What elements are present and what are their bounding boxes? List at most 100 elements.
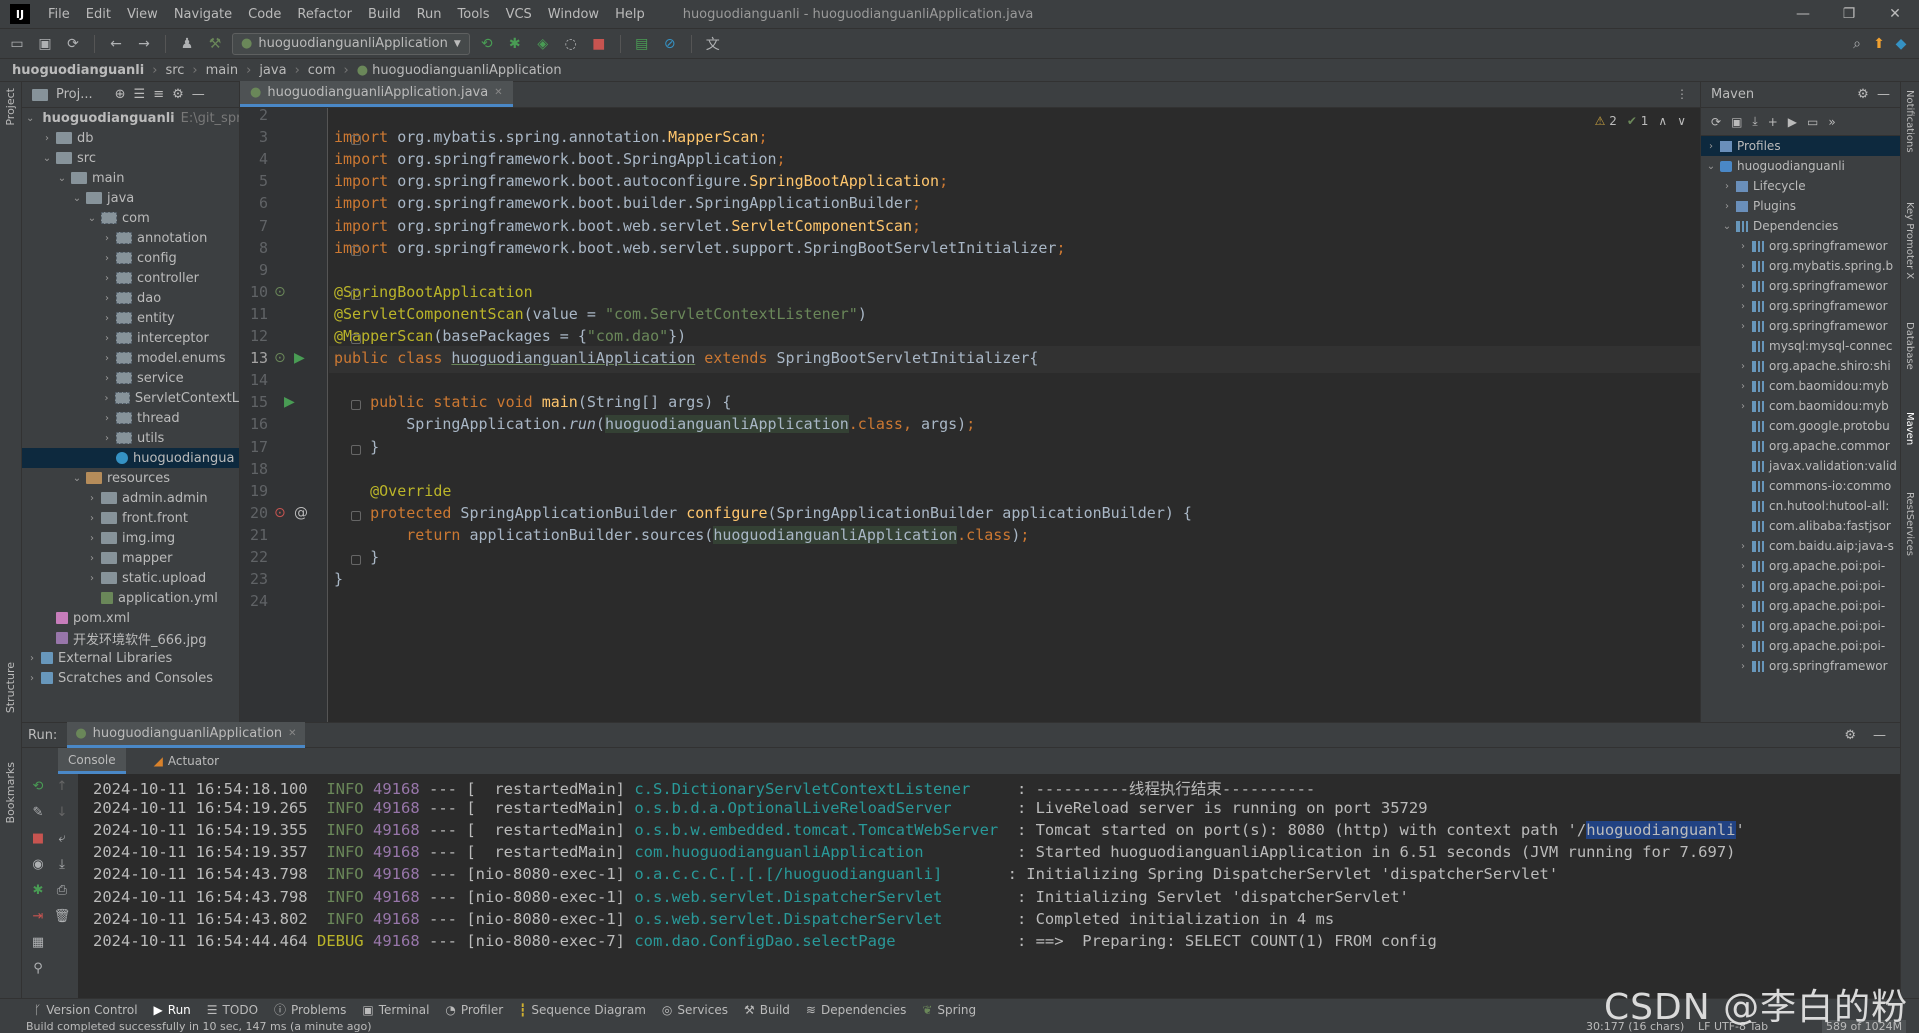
run-configuration-select[interactable]: ● huoguodianguanliApplication ▼ <box>232 32 470 55</box>
breadcrumb-class[interactable]: huoguodianguanliApplication <box>372 63 562 78</box>
chevron-right-icon[interactable]: › <box>101 353 113 364</box>
maven-tree-item[interactable]: com.google.protobu <box>1701 416 1900 436</box>
tree-item[interactable]: › utils <box>22 428 239 448</box>
search-icon[interactable]: ⌕ <box>1846 33 1868 55</box>
more-icon[interactable]: » <box>1828 115 1835 129</box>
tree-item[interactable]: › static.upload <box>22 568 239 588</box>
chevron-right-icon[interactable]: › <box>86 553 98 564</box>
chevron-right-icon[interactable]: › <box>1737 381 1749 392</box>
chevron-right-icon[interactable]: › <box>1737 401 1749 412</box>
chevron-right-icon[interactable]: › <box>26 673 38 684</box>
key-promoter-tool-button[interactable]: Key Promoter X <box>1904 202 1915 279</box>
menu-refactor[interactable]: Refactor <box>289 7 360 22</box>
menu-tools[interactable]: Tools <box>450 7 498 22</box>
maven-tree-item[interactable]: › com.baidu.aip:java-s <box>1701 536 1900 556</box>
code-editor[interactable]: ⚠ 2 ✔ 1 ∧ ∨ import org.mybatis.spring.an… <box>329 108 1700 722</box>
open-folder-icon[interactable]: ▭ <box>6 33 28 55</box>
chevron-right-icon[interactable]: › <box>1737 261 1749 272</box>
tree-item[interactable]: › model.enums <box>22 348 239 368</box>
fold-marker-icon[interactable] <box>351 334 361 344</box>
chevron-right-icon[interactable]: › <box>1737 541 1749 552</box>
fold-marker-icon[interactable] <box>351 555 361 565</box>
maven-tree-item[interactable]: javax.validation:valid <box>1701 456 1900 476</box>
override-icon[interactable]: ⊙ <box>274 505 286 521</box>
menu-vcs[interactable]: VCS <box>498 7 540 22</box>
console-output[interactable]: 2024-10-11 16:54:18.100 INFO 49168 --- [… <box>78 774 1900 998</box>
run-gutter-icon[interactable]: ▶ <box>284 394 295 410</box>
soft-wrap-icon[interactable]: ⤶ <box>52 828 72 848</box>
project-panel-title[interactable]: Proj... <box>56 87 93 102</box>
inspection-widget[interactable]: ⚠ 2 ✔ 1 ∧ ∨ <box>1595 114 1686 128</box>
tree-item[interactable]: › config <box>22 248 239 268</box>
maven-tree-item[interactable]: com.alibaba:fastjsor <box>1701 516 1900 536</box>
chevron-right-icon[interactable]: › <box>101 313 113 324</box>
gear-icon[interactable]: ⚙ <box>172 87 184 102</box>
tree-item[interactable]: › interceptor <box>22 328 239 348</box>
chevron-right-icon[interactable]: › <box>1737 241 1749 252</box>
chevron-right-icon[interactable]: › <box>1737 321 1749 332</box>
chevron-down-icon[interactable]: ⌄ <box>1721 221 1733 232</box>
build-hammer-icon[interactable]: ⚒ <box>204 33 226 55</box>
chevron-right-icon[interactable]: › <box>41 133 53 144</box>
status-message[interactable]: Build completed successfully in 10 sec, … <box>26 1020 372 1033</box>
chevron-right-icon[interactable]: › <box>1737 561 1749 572</box>
hide-panel-icon[interactable]: — <box>192 87 205 102</box>
tree-item[interactable]: ⌄ main <box>22 168 239 188</box>
chevron-right-icon[interactable]: › <box>101 273 113 284</box>
maven-tree-item[interactable]: cn.hutool:hutool-all: <box>1701 496 1900 516</box>
tool-build[interactable]: ⚒ Build <box>744 1003 790 1017</box>
chevron-right-icon[interactable]: › <box>101 233 113 244</box>
tree-item[interactable]: › thread <box>22 408 239 428</box>
trash-icon[interactable]: 🗑 <box>52 906 72 926</box>
bookmarks-tool-button[interactable]: Bookmarks <box>4 762 17 823</box>
reload-icon[interactable]: ⟳ <box>1711 115 1721 129</box>
toggle-offline-icon[interactable]: ▭ <box>1807 115 1818 129</box>
menu-help[interactable]: Help <box>607 7 653 22</box>
chevron-down-icon[interactable]: ⌄ <box>71 193 83 204</box>
tab-console[interactable]: Console <box>58 748 126 774</box>
translate-icon[interactable]: 文 <box>702 33 724 55</box>
chevron-right-icon[interactable]: › <box>86 573 98 584</box>
tree-item[interactable]: › ServletContextL <box>22 388 240 408</box>
minimize-icon[interactable]: — <box>1780 0 1826 28</box>
maven-tree-item[interactable]: › org.apache.poi:poi- <box>1701 596 1900 616</box>
menu-file[interactable]: File <box>40 7 78 22</box>
chevron-down-icon[interactable]: ⌄ <box>71 473 83 484</box>
maven-tree-item[interactable]: › org.springframewor <box>1701 296 1900 316</box>
maven-tree-item[interactable]: › Plugins <box>1701 196 1900 216</box>
tree-item[interactable]: › dao <box>22 288 239 308</box>
spring-bean-icon[interactable]: ⊙ <box>274 284 286 300</box>
tool-todo[interactable]: ☰ TODO <box>207 1003 258 1017</box>
maven-tree-item[interactable]: › org.apache.poi:poi- <box>1701 556 1900 576</box>
chevron-right-icon[interactable]: › <box>1705 141 1717 152</box>
close-tab-icon[interactable]: ✕ <box>288 728 296 739</box>
tree-item[interactable]: pom.xml <box>22 608 239 628</box>
chevron-right-icon[interactable]: › <box>101 333 113 344</box>
breadcrumb-project[interactable]: huoguodianguanli <box>12 63 144 78</box>
restservices-tool-button[interactable]: RestServices <box>1904 492 1915 556</box>
down-arrow-icon[interactable]: ↓ <box>52 802 72 822</box>
collapse-all-icon[interactable]: ≡ <box>153 87 164 102</box>
tree-item[interactable]: › entity <box>22 308 239 328</box>
maven-tree-item[interactable]: › org.apache.shiro:shi <box>1701 356 1900 376</box>
maven-tree-item[interactable]: › org.springframewor <box>1701 316 1900 336</box>
debug-icon[interactable]: ✱ <box>28 880 48 900</box>
stop-icon[interactable]: ■ <box>588 33 610 55</box>
tree-item[interactable]: huoguodiangua <box>22 448 239 468</box>
spring-bean-icon[interactable]: ⊙ <box>274 350 286 366</box>
tree-item[interactable]: ⌄ huoguodianguanli E:\git_spri <box>22 108 239 128</box>
chevron-right-icon[interactable]: › <box>1721 201 1733 212</box>
back-icon[interactable]: ← <box>105 33 127 55</box>
sequence-icon[interactable]: ▤ <box>631 33 653 55</box>
add-project-icon[interactable]: ▣ <box>1731 115 1742 129</box>
chevron-right-icon[interactable]: › <box>1737 301 1749 312</box>
maven-tree-item[interactable]: › org.mybatis.spring.b <box>1701 256 1900 276</box>
tree-item[interactable]: ⌄ com <box>22 208 239 228</box>
maven-tool-button[interactable]: Maven <box>1904 412 1915 445</box>
tool-sequence-diagram[interactable]: ┇ Sequence Diagram <box>519 1003 646 1017</box>
chevron-right-icon[interactable]: › <box>101 253 113 264</box>
chevron-right-icon[interactable]: › <box>101 293 113 304</box>
tree-item[interactable]: › admin.admin <box>22 488 239 508</box>
rerun-icon[interactable]: ⟲ <box>28 776 48 796</box>
no-entry-icon[interactable]: ⊘ <box>659 33 681 55</box>
